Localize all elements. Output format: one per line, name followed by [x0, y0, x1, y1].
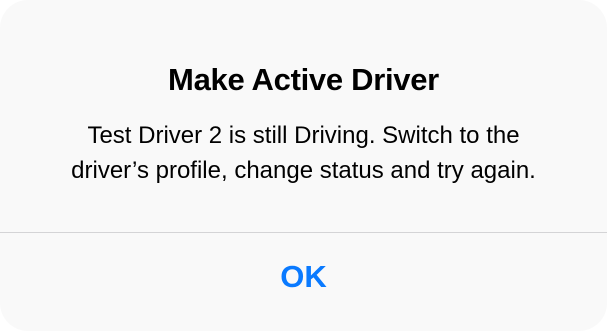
alert-title: Make Active Driver — [168, 62, 439, 97]
alert-body: Make Active Driver Test Driver 2 is stil… — [0, 0, 607, 232]
alert-message-line: driver’s profile, change status and try … — [71, 157, 536, 184]
alert-message: Test Driver 2 is still Driving. Switch t… — [30, 118, 577, 188]
ok-button[interactable]: OK — [0, 233, 607, 331]
alert-dialog: Make Active Driver Test Driver 2 is stil… — [0, 0, 607, 331]
alert-message-line: Test Driver 2 is still Driving. Switch t… — [87, 122, 520, 149]
